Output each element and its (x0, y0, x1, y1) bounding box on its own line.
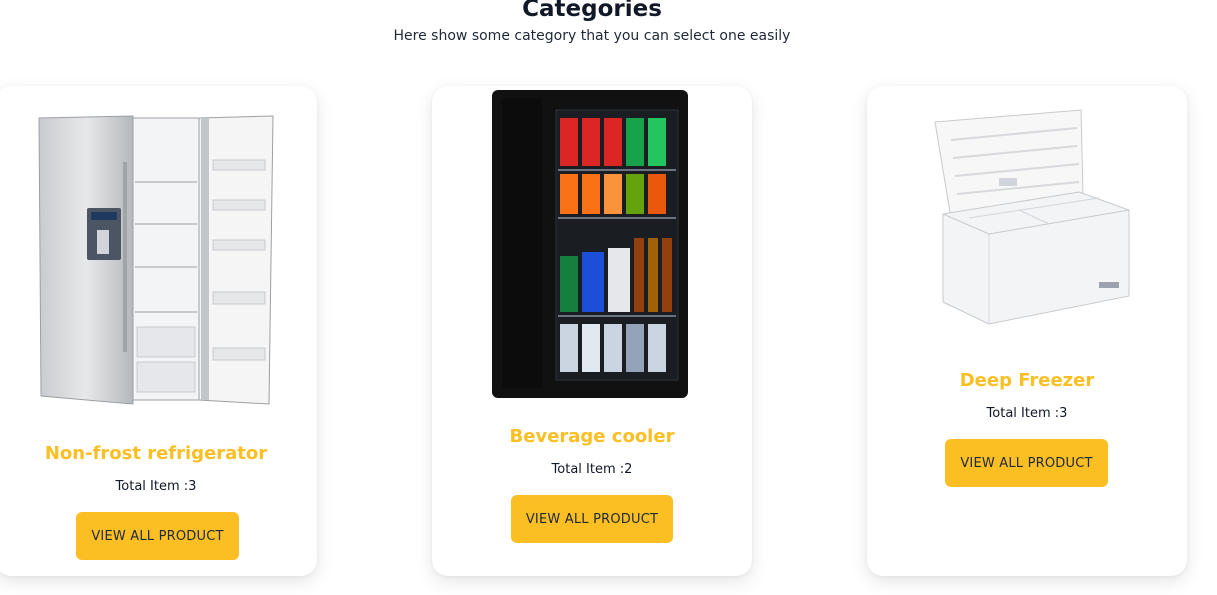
category-total-items: Total Item :3 (0, 479, 317, 494)
total-item-count: 2 (624, 462, 633, 477)
category-card-beverage-cooler: Beverage cooler Total Item :2 VIEW ALL P… (432, 86, 752, 576)
total-item-count: 3 (188, 479, 197, 494)
category-total-items: Total Item :2 (432, 462, 752, 477)
section-subtitle: Here show some category that you can sel… (393, 28, 791, 44)
view-all-product-button[interactable]: VIEW ALL PRODUCT (511, 495, 673, 543)
section-title: Categories (522, 0, 662, 22)
category-title[interactable]: Non-frost refrigerator (0, 443, 317, 464)
category-card-deep-freezer: Deep Freezer Total Item :3 VIEW ALL PROD… (867, 86, 1187, 576)
view-all-product-button[interactable]: VIEW ALL PRODUCT (945, 439, 1108, 487)
side-by-side-refrigerator-image (38, 115, 274, 405)
total-item-count: 3 (1059, 406, 1068, 421)
category-card-refrigerator: Non-frost refrigerator Total Item :3 VIE… (0, 86, 317, 576)
view-all-product-button[interactable]: VIEW ALL PRODUCT (76, 512, 239, 560)
total-item-label: Total Item : (115, 479, 189, 494)
category-total-items: Total Item :3 (867, 406, 1187, 421)
category-title[interactable]: Beverage cooler (432, 426, 752, 447)
categories-section: Categories Here show some category that … (0, 0, 1217, 595)
chest-freezer-image (934, 109, 1130, 325)
category-title[interactable]: Deep Freezer (867, 370, 1187, 391)
total-item-label: Total Item : (551, 462, 625, 477)
beverage-cooler-image (492, 90, 688, 398)
total-item-label: Total Item : (986, 406, 1060, 421)
